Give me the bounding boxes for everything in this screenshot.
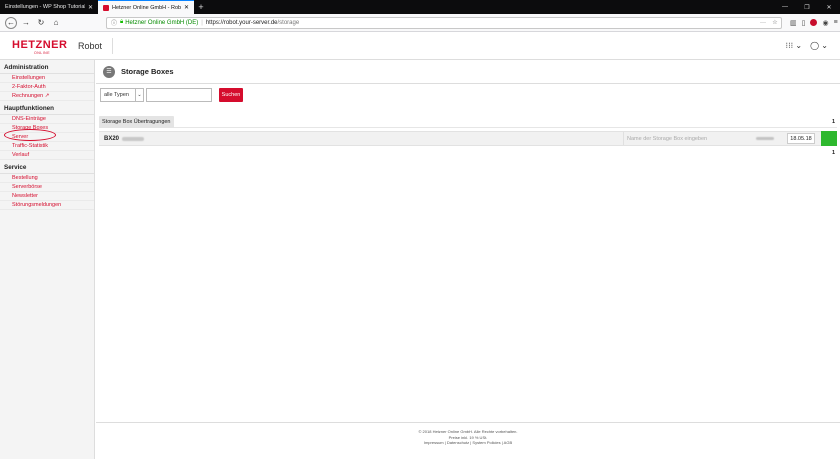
back-button[interactable]: ← — [5, 16, 17, 29]
sidebar-item-serverboerse[interactable]: Serverbörse — [0, 183, 94, 192]
main-content: ☰ Storage Boxes alle Typen ⌄ Suchen Stor… — [96, 60, 840, 459]
page-actions-icon[interactable]: ··· — [757, 20, 769, 26]
page-footer: © 2018 Hetzner Online GmbH. Alle Rechte … — [96, 422, 840, 459]
close-icon[interactable]: ✕ — [88, 4, 93, 11]
app-name: Robot — [78, 41, 103, 51]
close-window-icon[interactable]: ✕ — [818, 0, 840, 14]
sidebar-item-2fa[interactable]: 2-Faktor-Auth — [0, 83, 94, 92]
sidebar-item-stoerungsmeldungen[interactable]: Störungsmeldungen — [0, 201, 94, 210]
url-host: https://robot.your-server.de — [205, 19, 278, 26]
menu-icon[interactable]: ≡ — [834, 19, 838, 26]
filter-bar: alle Typen ⌄ Suchen — [100, 88, 243, 102]
site-header: HETZNER ONLINE Robot ⁝⁝⁝ ⌄ ◯ ⌄ — [0, 32, 840, 60]
transfer-header-bar: Storage Box Übertragungen 1 — [99, 116, 837, 128]
browser-tabstrip: Einstellungen - WP Shop Tutorial - ... ✕… — [0, 0, 840, 14]
list-icon: ☰ — [103, 65, 115, 78]
forward-button[interactable]: → — [20, 17, 32, 29]
info-icon[interactable]: ⓘ — [111, 18, 117, 27]
favicon-icon — [103, 4, 109, 11]
header-divider — [112, 38, 113, 54]
status-indicator — [821, 131, 837, 146]
product-name: BX20 — [104, 135, 120, 142]
sidebar-section-administration: Administration — [0, 60, 94, 74]
page-title: Storage Boxes — [121, 67, 174, 76]
search-input[interactable] — [146, 88, 212, 102]
sidebar-item-dns[interactable]: DNS-Einträge — [0, 115, 94, 124]
apps-grid-icon[interactable]: ⁝⁝⁝ ⌄ — [786, 41, 803, 50]
paid-until-date: 18.05.18 — [787, 133, 815, 144]
library-icon[interactable]: ▥ — [790, 19, 797, 27]
browser-navbar: ← → ↻ ⌂ ⓘ 🔒︎ Hetzner Online GmbH (DE) | … — [0, 14, 840, 32]
browser-tab-1[interactable]: Einstellungen - WP Shop Tutorial - ... ✕ — [0, 0, 98, 14]
external-link-icon: ↗ — [44, 93, 50, 99]
hetzner-logo[interactable]: HETZNER ONLINE — [12, 39, 68, 55]
search-button[interactable]: Suchen — [219, 88, 243, 102]
pagination-top[interactable]: 1 — [832, 119, 835, 125]
sidebar-item-rechnungen[interactable]: Rechnungen ↗ — [0, 92, 94, 101]
sidebar-item-einstellungen[interactable]: Einstellungen — [0, 74, 94, 83]
header-actions: ⁝⁝⁝ ⌄ ◯ ⌄ — [786, 41, 828, 50]
sidebar: Administration Einstellungen 2-Faktor-Au… — [0, 60, 95, 459]
blurred-id — [122, 136, 145, 141]
extension-icon[interactable]: ◉ — [822, 19, 828, 27]
tab-title: Hetzner Online GmbH - Robot — [112, 4, 181, 11]
user-account-icon[interactable]: ◯ ⌄ — [810, 41, 828, 50]
secure-label: Hetzner Online GmbH (DE) — [125, 19, 199, 26]
tab-title: Einstellungen - WP Shop Tutorial - ... — [5, 4, 85, 10]
adblock-icon[interactable] — [810, 19, 818, 26]
lock-icon: 🔒︎ — [120, 19, 124, 25]
blurred-value — [756, 137, 774, 140]
sidebar-section-hauptfunktionen: Hauptfunktionen — [0, 101, 94, 115]
sidebar-item-bestellung[interactable]: Bestellung — [0, 174, 94, 183]
home-button[interactable]: ⌂ — [50, 17, 62, 29]
url-separator: | — [201, 19, 203, 26]
url-path: /storage — [277, 19, 300, 26]
highlight-circle-annotation — [4, 129, 56, 141]
sidebar-item-label: Rechnungen — [12, 93, 44, 99]
window-controls: — ❐ ✕ — [774, 0, 840, 14]
type-select[interactable]: alle Typen ⌄ — [100, 88, 144, 102]
bookmark-star-icon[interactable]: ☆ — [769, 19, 781, 26]
browser-tab-2[interactable]: Hetzner Online GmbH - Robot ✕ — [98, 0, 194, 14]
url-bar[interactable]: ⓘ 🔒︎ Hetzner Online GmbH (DE) | https://… — [106, 16, 782, 29]
new-tab-button[interactable]: + — [194, 0, 208, 14]
sidebar-item-traffic[interactable]: Traffic-Statistik — [0, 142, 94, 151]
storage-name-input[interactable]: Name der Storage Box eingeben — [623, 132, 749, 145]
minimize-icon[interactable]: — — [774, 0, 796, 14]
sidebar-item-verlauf[interactable]: Verlauf — [0, 151, 94, 160]
logo-subtext: ONLINE — [34, 51, 51, 55]
chevron-down-icon[interactable]: ⌄ — [135, 89, 143, 101]
page-title-bar: ☰ Storage Boxes — [96, 60, 840, 84]
type-select-value: alle Typen — [104, 92, 129, 98]
table-row[interactable]: BX20 Name der Storage Box eingeben 18.05… — [99, 131, 837, 146]
close-icon[interactable]: ✕ — [184, 4, 189, 11]
reload-button[interactable]: ↻ — [35, 17, 47, 29]
storage-transfer-button[interactable]: Storage Box Übertragungen — [99, 116, 174, 128]
sidebar-icon[interactable]: ▯ — [802, 19, 806, 27]
sidebar-section-service: Service — [0, 160, 94, 174]
sidebar-item-newsletter[interactable]: Newsletter — [0, 192, 94, 201]
browser-toolbar-icons: ▥ ▯ ◉ ≡ — [790, 19, 838, 27]
restore-icon[interactable]: ❐ — [796, 0, 818, 14]
logo-text: HETZNER — [12, 39, 68, 51]
footer-links[interactable]: Impressum | Datenschutz | System Policie… — [96, 440, 840, 446]
pagination-bottom[interactable]: 1 — [832, 150, 835, 156]
